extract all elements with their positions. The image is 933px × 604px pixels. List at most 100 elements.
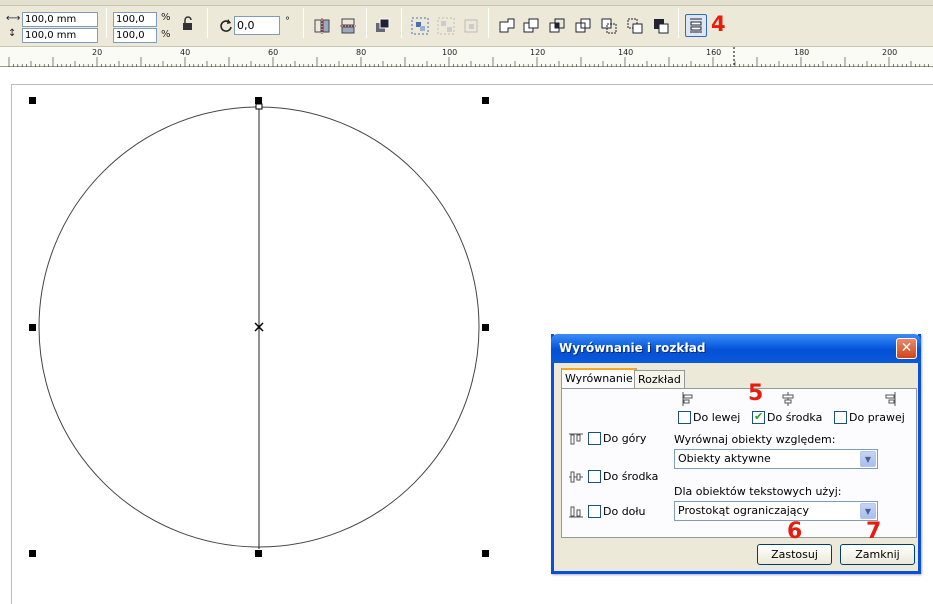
- align-middle-icon: [569, 471, 583, 483]
- create-boundary-icon[interactable]: [651, 16, 671, 36]
- scale-y-field[interactable]: 100,0: [113, 28, 157, 43]
- align-relative-value: Obiekty aktywne: [678, 452, 771, 465]
- toolbar-separator: [207, 8, 208, 38]
- align-right-icon: [885, 392, 896, 406]
- object-height-field[interactable]: 100,0 mm: [22, 28, 98, 43]
- trim-icon[interactable]: [521, 16, 541, 36]
- align-left-option[interactable]: Do lewej: [678, 411, 740, 424]
- property-bar: ⟷ 100,0 mm ↕ 100,0 mm 100,0 100,0 % % 0,…: [0, 0, 933, 47]
- degree-symbol: °: [285, 16, 290, 27]
- apply-button[interactable]: Zastosuj: [757, 544, 832, 565]
- ruler-label-140: 140: [618, 48, 634, 57]
- align-center-checkbox[interactable]: [752, 410, 765, 424]
- scale-x-field[interactable]: 100,0: [113, 12, 157, 27]
- height-icon: ↕: [8, 28, 17, 39]
- group-icon[interactable]: [410, 16, 430, 36]
- align-top-option[interactable]: Do góry: [588, 432, 646, 445]
- align-bottom-label: Do dołu: [603, 505, 646, 518]
- line-top-node[interactable]: [255, 103, 263, 110]
- selection-handle-bottom-right[interactable]: [482, 550, 489, 557]
- selection-handle-top-left[interactable]: [29, 97, 36, 104]
- toolbar-separator: [366, 8, 367, 38]
- align-right-checkbox[interactable]: [834, 411, 847, 424]
- object-width-field[interactable]: 100,0 mm: [22, 12, 98, 27]
- text-objects-dropdown[interactable]: Prostokąt ograniczający ▼: [674, 501, 878, 521]
- align-middle-label: Do środka: [603, 470, 659, 483]
- ruler-label-20: 20: [92, 48, 103, 57]
- align-center-label: Do środka: [767, 411, 823, 424]
- align-right-option[interactable]: Do prawej: [834, 411, 905, 424]
- horizontal-ruler[interactable]: 20 40 60 80 100 120 140 160 180 200: [0, 47, 933, 67]
- align-left-label: Do lewej: [693, 411, 741, 424]
- selection-handle-top-right[interactable]: [482, 97, 489, 104]
- selection-handle-bottom-left[interactable]: [29, 550, 36, 557]
- align-top-icon: [569, 433, 583, 445]
- ruler-label-160: 160: [706, 48, 722, 57]
- ruler-label-40: 40: [180, 48, 191, 57]
- front-minus-back-icon[interactable]: [599, 16, 619, 36]
- align-bottom-option[interactable]: Do dołu: [588, 505, 646, 518]
- back-minus-front-icon[interactable]: [625, 16, 645, 36]
- mirror-horizontal-icon[interactable]: [312, 16, 332, 36]
- toolbar-separator: [303, 8, 304, 38]
- intersect-icon[interactable]: [547, 16, 567, 36]
- text-objects-value: Prostokąt ograniczający: [678, 504, 810, 517]
- simplify-icon[interactable]: [573, 16, 593, 36]
- align-right-label: Do prawej: [849, 411, 905, 424]
- toolbar-separator: [678, 8, 679, 38]
- ruler-label-200: 200: [882, 48, 898, 57]
- close-icon[interactable]: ✕: [896, 338, 917, 359]
- align-distribute-icon: [690, 18, 702, 33]
- align-relative-dropdown[interactable]: Obiekty aktywne ▼: [674, 449, 878, 469]
- lock-ratio-icon[interactable]: [178, 14, 198, 34]
- dialog-titlebar[interactable]: Wyrównanie i rozkład ✕: [551, 334, 921, 363]
- weld-icon[interactable]: [497, 16, 517, 36]
- top-toolbar-edge: [0, 0, 933, 6]
- selection-handle-top-center[interactable]: [255, 97, 262, 104]
- dialog-title: Wyrównanie i rozkład: [559, 341, 706, 355]
- align-center-option[interactable]: Do środka: [752, 410, 823, 424]
- scale-y-percent: %: [161, 29, 171, 40]
- selection-handle-bottom-center[interactable]: [255, 550, 262, 557]
- rotation-angle-field[interactable]: 0,0: [234, 16, 280, 35]
- selection-handle-middle-right[interactable]: [482, 324, 489, 331]
- align-bottom-checkbox[interactable]: [588, 505, 601, 518]
- align-top-checkbox[interactable]: [588, 432, 601, 445]
- chevron-down-icon[interactable]: ▼: [860, 451, 876, 467]
- toolbar-separator: [401, 8, 402, 38]
- annotation-7: 7: [866, 519, 882, 544]
- annotation-6: 6: [787, 519, 803, 544]
- align-distribute-button[interactable]: [685, 14, 707, 37]
- align-center-horizontal-icon: [782, 392, 794, 406]
- close-button[interactable]: Zamknij: [840, 544, 915, 565]
- text-objects-label: Dla obiektów tekstowych użyj:: [674, 485, 842, 498]
- align-relative-label: Wyrównaj obiekty względem:: [674, 433, 836, 446]
- ruler-label-120: 120: [530, 48, 546, 57]
- ruler-label-60: 60: [268, 48, 279, 57]
- align-left-icon: [682, 392, 693, 406]
- align-middle-option[interactable]: Do środka: [588, 470, 658, 483]
- align-bottom-icon: [569, 506, 583, 518]
- align-middle-checkbox[interactable]: [588, 470, 601, 483]
- annotation-4: 4: [711, 12, 726, 36]
- order-to-front-icon[interactable]: [373, 16, 393, 36]
- ungroup-icon: [437, 17, 455, 35]
- align-top-label: Do góry: [603, 432, 647, 445]
- toolbar-separator: [488, 8, 489, 38]
- ruler-label-180: 180: [794, 48, 810, 57]
- chevron-down-icon[interactable]: ▼: [860, 503, 876, 519]
- annotation-5: 5: [748, 381, 764, 406]
- tab-align[interactable]: Wyrównanie: [561, 368, 637, 389]
- align-tab-panel: Do lewej Do środka Do prawej Do góry Do …: [561, 388, 917, 538]
- tab-distribute[interactable]: Rozkład: [634, 370, 685, 389]
- align-left-checkbox[interactable]: [678, 411, 691, 424]
- selection-handle-middle-left[interactable]: [29, 324, 36, 331]
- mirror-vertical-icon[interactable]: [338, 16, 358, 36]
- ruler-label-80: 80: [356, 48, 367, 57]
- toolbar-separator: [106, 8, 107, 38]
- rotate-icon: [220, 19, 232, 32]
- ruler-label-100: 100: [442, 48, 458, 57]
- scale-x-percent: %: [161, 12, 171, 23]
- ungroup-all-icon: [464, 19, 478, 33]
- width-icon: ⟷: [6, 13, 21, 24]
